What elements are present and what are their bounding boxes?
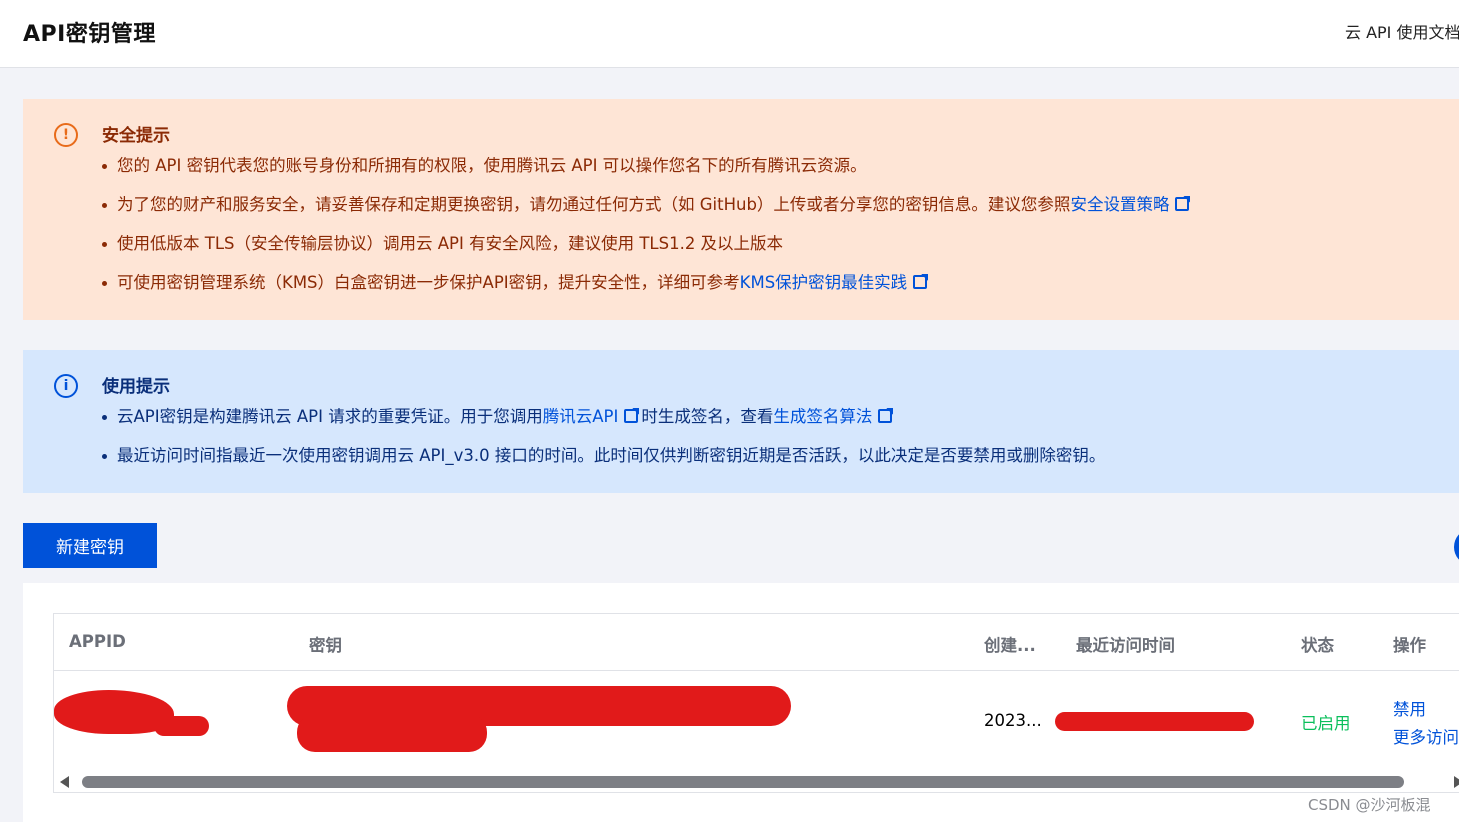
- security-policy-link[interactable]: 安全设置策略: [1070, 195, 1169, 214]
- external-link-icon[interactable]: [913, 275, 928, 289]
- keys-table: APPID 密钥 创建... 最近访问时间 状态 操作 2023... 已启用 …: [53, 613, 1459, 793]
- watermark: CSDN @沙河板混: [1308, 796, 1431, 814]
- redacted-secret: [297, 714, 487, 752]
- redacted-appid: [154, 716, 209, 736]
- scrollbar-thumb[interactable]: [82, 776, 1404, 788]
- security-notice-title: 安全提示: [102, 126, 170, 146]
- kms-best-practice-link[interactable]: KMS保护密钥最佳实践: [740, 273, 908, 292]
- usage-notice-item: 最近访问时间指最近一次使用密钥调用云 API_v3.0 接口的时间。此时间仅供判…: [102, 445, 1105, 484]
- keys-card: APPID 密钥 创建... 最近访问时间 状态 操作 2023... 已启用 …: [23, 583, 1459, 822]
- floating-help-button[interactable]: [1454, 530, 1459, 564]
- page-title: API密钥管理: [23, 22, 156, 47]
- external-link-icon[interactable]: [878, 409, 893, 423]
- redacted-last-access: [1055, 712, 1254, 731]
- security-notice-item: 您的 API 密钥代表您的账号身份和所拥有的权限，使用腾讯云 API 可以操作您…: [102, 155, 1192, 194]
- column-header-status: 状态: [1301, 636, 1334, 655]
- security-notice-item: 可使用密钥管理系统（KMS）白盒密钥进一步保护API密钥，提升安全性，详细可参考…: [102, 272, 1192, 311]
- horizontal-scrollbar[interactable]: [60, 774, 1459, 790]
- created-cell: 2023...: [984, 711, 1042, 730]
- column-header-created: 创建...: [984, 636, 1036, 655]
- security-notice-item: 使用低版本 TLS（安全传输层协议）调用云 API 有安全风险，建议使用 TLS…: [102, 233, 1192, 272]
- usage-notice-title: 使用提示: [102, 377, 170, 397]
- scroll-left-arrow-icon[interactable]: [60, 776, 69, 788]
- status-badge: 已启用: [1301, 714, 1351, 733]
- table-header-row: APPID 密钥 创建... 最近访问时间 状态 操作: [54, 614, 1459, 671]
- external-link-icon[interactable]: [624, 409, 639, 423]
- column-header-last-access: 最近访问时间: [1076, 636, 1175, 655]
- scroll-right-arrow-icon[interactable]: [1454, 776, 1459, 788]
- more-access-link[interactable]: 更多访问: [1393, 724, 1459, 748]
- column-header-secret: 密钥: [309, 636, 342, 655]
- external-link-icon[interactable]: [1175, 197, 1190, 211]
- create-key-button[interactable]: 新建密钥: [23, 523, 157, 568]
- usage-notice-list: 云API密钥是构建腾讯云 API 请求的重要凭证。用于您调用腾讯云API 时生成签…: [102, 406, 1105, 484]
- disable-key-link[interactable]: 禁用: [1393, 696, 1426, 720]
- security-notice-list: 您的 API 密钥代表您的账号身份和所拥有的权限，使用腾讯云 API 可以操作您…: [102, 155, 1192, 311]
- tencent-cloud-api-link[interactable]: 腾讯云API: [543, 407, 619, 426]
- warning-circle-icon: !: [54, 123, 78, 147]
- column-header-appid: APPID: [69, 632, 126, 651]
- usage-notice-item: 云API密钥是构建腾讯云 API 请求的重要凭证。用于您调用腾讯云API 时生成签…: [102, 406, 1105, 445]
- signature-algorithm-link[interactable]: 生成签名算法: [773, 407, 872, 426]
- column-header-actions: 操作: [1393, 636, 1426, 655]
- usage-notice: i 使用提示 云API密钥是构建腾讯云 API 请求的重要凭证。用于您调用腾讯云…: [23, 350, 1459, 493]
- security-notice-item: 为了您的财产和服务安全，请妥善保存和定期更换密钥，请勿通过任何方式（如 GitH…: [102, 194, 1192, 233]
- security-notice: ! 安全提示 您的 API 密钥代表您的账号身份和所拥有的权限，使用腾讯云 AP…: [23, 99, 1459, 320]
- page-header: API密钥管理 云 API 使用文档: [0, 0, 1459, 68]
- api-docs-link[interactable]: 云 API 使用文档: [1345, 19, 1459, 43]
- info-circle-icon: i: [54, 374, 78, 398]
